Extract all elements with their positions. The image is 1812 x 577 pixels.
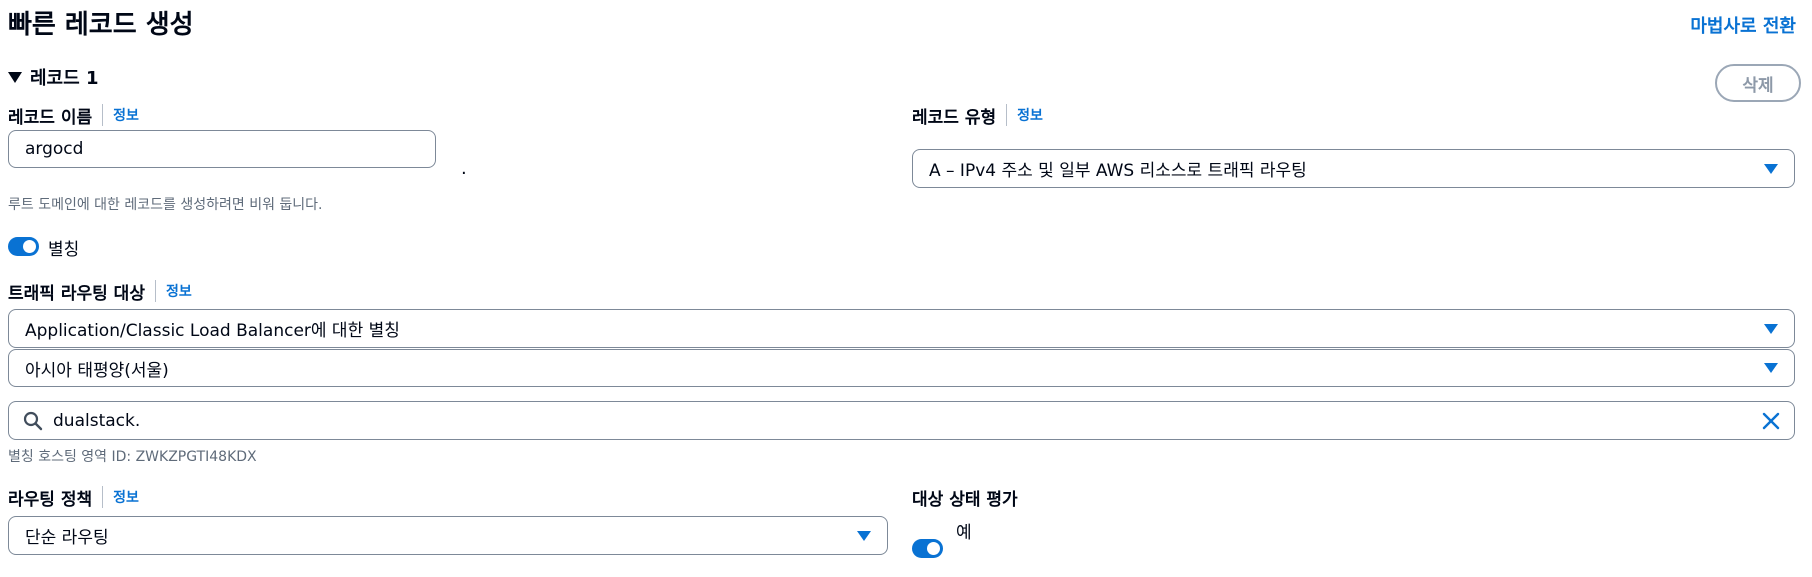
toggle-knob	[927, 542, 940, 555]
endpoint-value: Application/Classic Load Balancer에 대한 별칭	[25, 321, 400, 341]
domain-suffix: .	[461, 158, 467, 179]
record-type-value: A – IPv4 주소 및 일부 AWS 리소스로 트래픽 라우팅	[929, 161, 1307, 181]
record-heading: 레코드 1	[30, 68, 99, 89]
caret-down-icon	[1764, 363, 1778, 373]
route-target-label-row: 트래픽 라우팅 대상 정보	[8, 280, 192, 304]
routing-policy-label: 라우팅 정책	[8, 489, 93, 510]
divider	[102, 104, 104, 126]
divider	[102, 486, 104, 508]
record-name-hint: 루트 도메인에 대한 레코드를 생성하려면 비워 둡니다.	[8, 197, 323, 213]
route-target-info-link[interactable]: 정보	[166, 281, 192, 301]
delete-button[interactable]: 삭제	[1715, 64, 1801, 102]
routing-policy-label-row: 라우팅 정책 정보	[8, 486, 139, 510]
health-label-row: 대상 상태 평가	[912, 486, 1018, 510]
divider	[1006, 104, 1008, 126]
record-type-label: 레코드 유형	[912, 107, 997, 128]
record-name-value: argocd	[25, 139, 84, 159]
caret-down-icon	[1764, 323, 1778, 334]
close-icon[interactable]	[1762, 412, 1780, 430]
health-toggle[interactable]	[912, 539, 943, 558]
region-value: 아시아 태평양(서울)	[25, 360, 169, 381]
routing-policy-select[interactable]: 단순 라우팅	[8, 516, 888, 555]
caret-down-icon	[8, 71, 22, 83]
record-name-label: 레코드 이름	[8, 107, 93, 128]
search-value: dualstack.	[53, 410, 141, 431]
record-section-toggle[interactable]: 레코드 1	[8, 64, 98, 90]
switch-to-wizard-link[interactable]: 마법사로 전환	[1690, 12, 1796, 38]
routing-policy-info-link[interactable]: 정보	[113, 487, 139, 507]
record-type-label-row: 레코드 유형 정보	[912, 104, 1043, 128]
record-type-select[interactable]: A – IPv4 주소 및 일부 AWS 리소스로 트래픽 라우팅	[912, 149, 1795, 188]
alias-label: 별칭	[48, 240, 80, 260]
search-icon	[23, 411, 43, 431]
region-select[interactable]: 아시아 태평양(서울)	[8, 349, 1795, 387]
caret-down-icon	[1764, 163, 1778, 174]
record-name-input[interactable]: argocd	[8, 130, 436, 168]
health-label: 대상 상태 평가	[912, 489, 1018, 510]
record-type-info-link[interactable]: 정보	[1017, 105, 1043, 125]
health-toggle-label: 예	[956, 523, 972, 543]
toggle-knob	[23, 240, 36, 253]
endpoint-select[interactable]: Application/Classic Load Balancer에 대한 별칭	[8, 309, 1795, 348]
record-name-label-row: 레코드 이름 정보	[8, 104, 139, 128]
record-name-info-link[interactable]: 정보	[113, 105, 139, 125]
route-target-label: 트래픽 라우팅 대상	[8, 283, 145, 304]
hosted-zone-hint: 별칭 호스팅 영역 ID: ZWKZPGTI48KDX	[8, 449, 257, 465]
caret-down-icon	[857, 530, 871, 541]
page-title: 빠른 레코드 생성	[8, 10, 194, 40]
divider	[154, 280, 156, 302]
routing-policy-value: 단순 라우팅	[25, 528, 109, 548]
alias-toggle[interactable]	[8, 237, 39, 256]
load-balancer-search-input[interactable]: dualstack.	[8, 401, 1795, 440]
